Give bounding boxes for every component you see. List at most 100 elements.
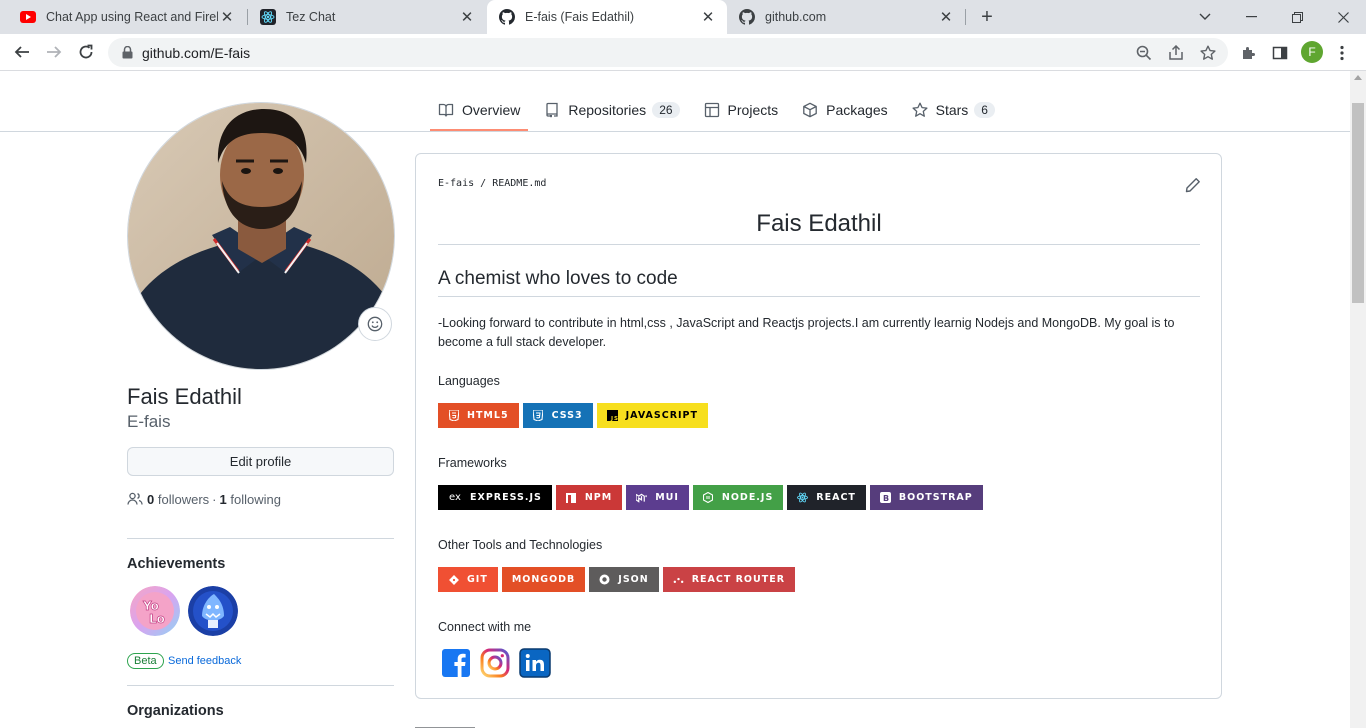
zoom-icon[interactable] — [1134, 43, 1154, 63]
bootstrap-badge[interactable]: B BOOTSTRAP — [869, 485, 983, 510]
minimize-button[interactable] — [1228, 0, 1274, 34]
edit-profile-button[interactable]: Edit profile — [127, 447, 394, 476]
react-badge[interactable]: REACT — [787, 485, 866, 510]
tab-label: Stars — [935, 102, 969, 118]
tools-heading: Other Tools and Technologies — [438, 538, 603, 552]
scroll-up-icon[interactable] — [1354, 75, 1362, 80]
close-icon[interactable]: ✕ — [458, 8, 476, 26]
sidebar-divider — [127, 685, 394, 686]
bootstrap-icon: B — [879, 492, 891, 503]
instagram-icon[interactable] — [480, 648, 510, 678]
readme-crumb-file[interactable]: README.md — [492, 178, 546, 189]
star-icon — [912, 102, 928, 117]
smiley-icon — [367, 316, 383, 332]
npm-icon — [566, 492, 577, 503]
tab-overview[interactable]: Overview — [430, 93, 529, 131]
json-icon — [599, 574, 610, 585]
mongodb-badge[interactable]: MONGODB — [501, 567, 586, 592]
pencil-icon[interactable] — [1185, 177, 1201, 193]
following-link[interactable]: 1 following — [220, 492, 281, 507]
css3-badge[interactable]: CSS3 — [522, 403, 593, 428]
badge-label: EXPRESS.JS — [470, 492, 542, 503]
close-window-button[interactable] — [1320, 0, 1366, 34]
profile-avatar-image[interactable] — [127, 102, 395, 370]
forward-button[interactable] — [40, 38, 68, 66]
mui-badge[interactable]: MUI — [626, 485, 689, 510]
page-scrollbar[interactable] — [1350, 71, 1366, 728]
frameworks-badges: ex EXPRESS.JS NPM MUI NODE.JS REACT B BO… — [438, 485, 987, 510]
svg-text:B: B — [883, 494, 890, 503]
badge-label: NODE.JS — [721, 492, 774, 503]
bookmark-star-icon[interactable] — [1198, 43, 1218, 63]
separator-dot: · — [212, 491, 217, 507]
browser-tab-bar: Chat App using React and Firebase ✕ Tez … — [0, 0, 1366, 34]
pinned-heading-edge — [415, 721, 475, 728]
achievement-yolo-badge[interactable]: Yo Lo — [130, 586, 180, 636]
reload-button[interactable] — [72, 38, 100, 66]
frameworks-heading: Frameworks — [438, 456, 507, 470]
html5-badge[interactable]: HTML5 — [438, 403, 519, 428]
readme-crumb-user[interactable]: E-fais — [438, 178, 474, 189]
menu-kebab-icon[interactable] — [1331, 42, 1353, 64]
browser-tab-youtube[interactable]: Chat App using React and Firebase ✕ — [8, 0, 246, 34]
close-icon[interactable]: ✕ — [218, 8, 236, 26]
tab-stars[interactable]: Stars 6 — [904, 93, 1003, 127]
new-tab-button[interactable]: + — [975, 5, 999, 29]
tab-label: Repositories — [568, 102, 647, 118]
tab-search-button[interactable] — [1182, 0, 1228, 34]
send-feedback-link[interactable]: Send feedback — [168, 655, 241, 667]
languages-badges: HTML5 CSS3 JS JAVASCRIPT — [438, 403, 712, 428]
profile-avatar[interactable]: F — [1301, 41, 1323, 63]
facebook-icon[interactable] — [441, 648, 471, 678]
side-panel-icon[interactable] — [1269, 42, 1291, 64]
sidebar-divider — [127, 538, 394, 539]
browser-tab-github-home[interactable]: github.com ✕ — [727, 0, 965, 34]
browser-tab-github-profile[interactable]: E-fais (Fais Edathil) ✕ — [487, 0, 727, 34]
achievement-pull-shark-badge[interactable] — [188, 586, 238, 636]
badge-label: NPM — [584, 492, 613, 503]
restore-button[interactable] — [1274, 0, 1320, 34]
people-icon — [127, 492, 143, 505]
achievements-title: Achievements — [127, 556, 226, 572]
npm-badge[interactable]: NPM — [555, 485, 623, 510]
badge-label: REACT ROUTER — [691, 574, 786, 585]
book-icon — [438, 103, 454, 117]
tab-packages[interactable]: Packages — [794, 93, 895, 127]
expressjs-badge[interactable]: ex EXPRESS.JS — [438, 485, 552, 510]
react-icon — [260, 9, 276, 25]
tab-divider — [965, 9, 966, 25]
repo-icon — [546, 102, 559, 118]
badge-label: JAVASCRIPT — [625, 410, 698, 421]
set-status-button[interactable] — [358, 307, 392, 341]
react-router-icon — [673, 574, 684, 585]
extensions-icon[interactable] — [1237, 42, 1259, 64]
tab-label: Projects — [727, 102, 779, 118]
lock-icon[interactable] — [120, 46, 134, 60]
badge-label: GIT — [467, 574, 488, 585]
css3-icon — [533, 410, 544, 421]
close-icon[interactable]: ✕ — [937, 8, 955, 26]
browser-tab-tez-chat[interactable]: Tez Chat ✕ — [248, 0, 486, 34]
tools-badges: GIT MONGODB JSON REACT ROUTER — [438, 567, 799, 592]
json-badge[interactable]: JSON — [589, 567, 659, 592]
address-bar[interactable]: github.com/E-fais — [108, 38, 1228, 67]
profile-username: E-fais — [127, 412, 171, 431]
share-icon[interactable] — [1166, 43, 1186, 63]
profile-name: Fais Edathil — [127, 384, 242, 409]
stars-count-badge: 6 — [974, 102, 995, 118]
git-badge[interactable]: GIT — [438, 567, 498, 592]
followers-link[interactable]: 0 followers — [147, 492, 209, 507]
nodejs-badge[interactable]: NODE.JS — [692, 485, 784, 510]
tab-title: github.com — [765, 10, 827, 24]
tab-repositories[interactable]: Repositories 26 — [536, 93, 687, 127]
react-router-badge[interactable]: REACT ROUTER — [662, 567, 796, 592]
close-icon[interactable]: ✕ — [699, 8, 717, 26]
back-button[interactable] — [8, 38, 36, 66]
linkedin-icon[interactable] — [519, 648, 551, 678]
badge-label: BOOTSTRAP — [898, 492, 973, 503]
scrollbar-thumb[interactable] — [1352, 103, 1364, 303]
javascript-badge[interactable]: JS JAVASCRIPT — [596, 403, 708, 428]
tab-projects[interactable]: Projects — [696, 93, 787, 127]
github-icon — [739, 9, 755, 25]
mui-icon — [636, 492, 647, 503]
